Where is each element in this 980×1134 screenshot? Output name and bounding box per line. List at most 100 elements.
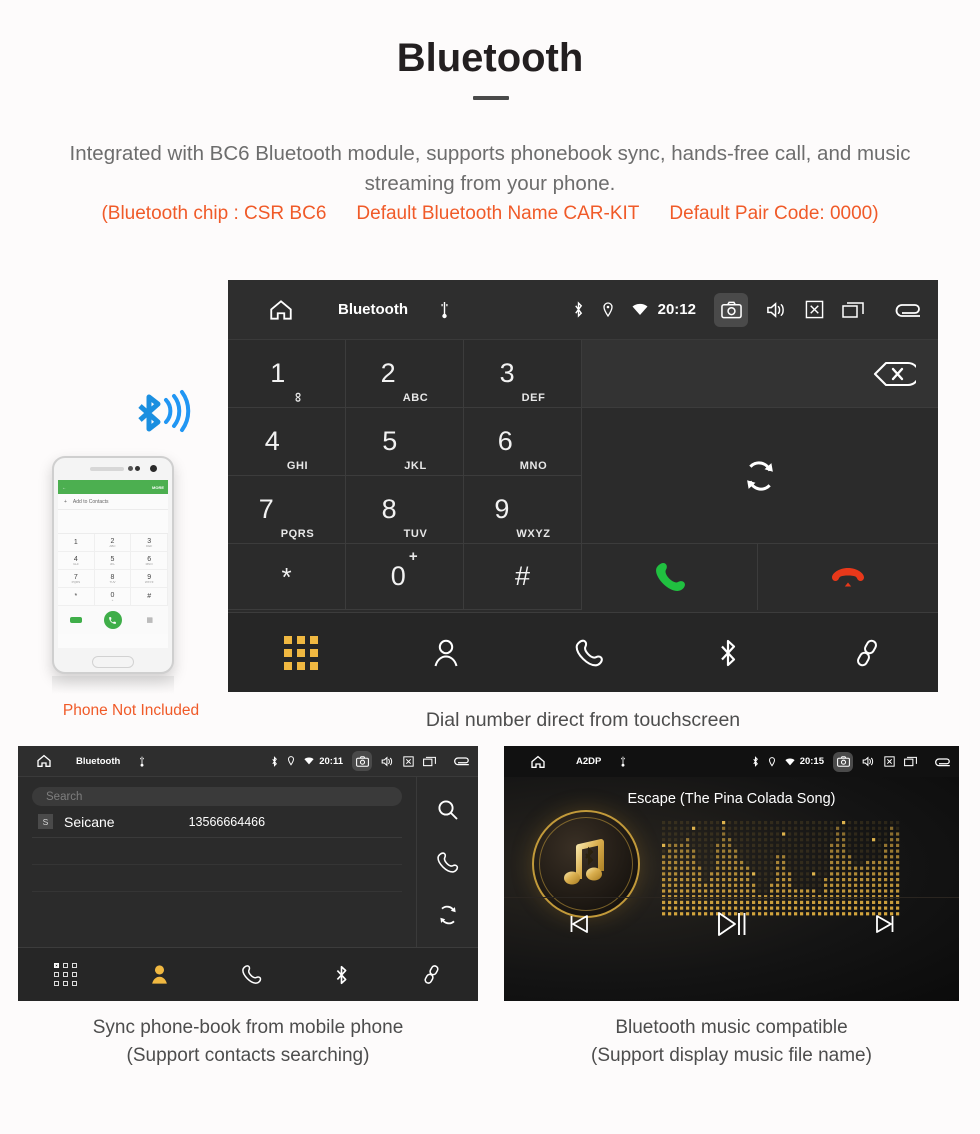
back-icon[interactable] xyxy=(452,755,470,767)
call-button[interactable] xyxy=(582,544,758,610)
play-pause-button[interactable] xyxy=(715,909,749,939)
search-icon[interactable] xyxy=(436,798,460,822)
sync-icon[interactable] xyxy=(436,903,460,927)
contacts-tab[interactable] xyxy=(431,637,461,669)
bluetooth-icon xyxy=(752,756,759,767)
phone-key: 9 WXYZ xyxy=(131,570,168,588)
key-6[interactable]: 6 MNO xyxy=(464,408,582,476)
close-icon[interactable] xyxy=(805,300,824,319)
pair-tab[interactable] xyxy=(421,964,442,985)
phone-number-area xyxy=(58,510,168,534)
bluetooth-signal-icon xyxy=(138,390,191,432)
bluetooth-tab[interactable] xyxy=(334,964,349,986)
phone-key-letters: PQRS xyxy=(71,579,81,584)
key-0[interactable]: 0 + xyxy=(346,544,464,610)
key-star[interactable]: * xyxy=(228,544,346,610)
phone-sim-icon xyxy=(70,617,83,623)
previous-button[interactable] xyxy=(566,911,592,937)
keypad-tab[interactable] xyxy=(284,635,319,670)
close-icon[interactable] xyxy=(884,756,895,767)
table-row[interactable]: S Seicane 13566664466 xyxy=(32,806,402,838)
mobile-phone-mockup: ← MORE + Add to Contacts 1 2 ABC 3 DEF 4 GHI 5 J… xyxy=(52,456,174,674)
home-icon[interactable] xyxy=(268,297,294,323)
close-icon[interactable] xyxy=(403,755,414,767)
call-icon xyxy=(655,563,685,591)
bluetooth-tab[interactable] xyxy=(717,637,739,669)
key-letters: GHI xyxy=(286,460,309,472)
search-input[interactable]: Search xyxy=(32,787,402,806)
key-letters: MNO xyxy=(519,460,548,472)
music-caption-line1: Bluetooth music compatible xyxy=(615,1017,848,1038)
home-icon[interactable] xyxy=(36,753,52,769)
key-hash[interactable]: # xyxy=(464,544,582,610)
wifi-icon xyxy=(304,757,314,765)
volume-icon[interactable] xyxy=(381,755,394,767)
contacts-tab[interactable] xyxy=(149,963,170,986)
camera-icon[interactable] xyxy=(714,292,748,327)
phone-earpiece xyxy=(90,467,124,471)
dialer-tab-bar xyxy=(228,612,938,692)
recents-icon[interactable] xyxy=(904,756,917,767)
phone-key: 0 + xyxy=(94,588,132,606)
phonebook-caption-line2: (Support contacts searching) xyxy=(126,1045,370,1066)
call-icon[interactable] xyxy=(436,851,459,874)
phone-call-button xyxy=(103,611,122,629)
camera-icon[interactable] xyxy=(833,751,853,772)
redial-area[interactable] xyxy=(582,408,938,544)
key-digit: 5 xyxy=(382,426,398,456)
hangup-icon xyxy=(832,568,864,587)
spec-chip: (Bluetooth chip : CSR BC6 xyxy=(101,203,327,224)
back-icon[interactable] xyxy=(933,756,951,768)
dialer-keypad: 1 ∞ 2 ABC 3 DEF 4 GHI 5 JKL 6 MNO 7 PQRS 8 TUV 9 WXYZ * 0 + # xyxy=(228,340,938,610)
phone-key: 3 DEF xyxy=(131,534,168,552)
key-5[interactable]: 5 JKL xyxy=(346,408,464,476)
phone-more-label: MORE xyxy=(152,484,164,490)
link-chain-icon xyxy=(424,965,439,984)
spec-paircode: Default Pair Code: 0000) xyxy=(669,203,879,224)
home-icon[interactable] xyxy=(530,754,546,770)
number-display-field[interactable] xyxy=(582,340,938,408)
phonebook-clock: 20:11 xyxy=(319,755,343,767)
key-1[interactable]: 1 ∞ xyxy=(228,340,346,408)
usb-icon xyxy=(619,756,627,767)
keypad-grid-icon xyxy=(53,963,77,986)
backspace-icon[interactable] xyxy=(872,359,916,389)
handset-icon xyxy=(575,639,603,666)
list-item[interactable] xyxy=(32,865,402,892)
key-letters: + xyxy=(408,548,419,565)
volume-icon[interactable] xyxy=(766,301,787,319)
key-digit: 6 xyxy=(497,426,513,456)
key-letters: TUV xyxy=(403,528,428,540)
key-8[interactable]: 8 TUV xyxy=(346,476,464,544)
key-digit: 3 xyxy=(499,358,515,388)
key-7[interactable]: 7 PQRS xyxy=(228,476,346,544)
next-button[interactable] xyxy=(872,911,898,937)
contact-initial: S xyxy=(38,814,53,829)
key-3[interactable]: 3 DEF xyxy=(464,340,582,408)
list-item[interactable] xyxy=(32,838,402,865)
hangup-button[interactable] xyxy=(758,544,938,610)
phone-key: 4 GHI xyxy=(58,552,95,570)
recents-icon[interactable] xyxy=(842,301,864,319)
recents-icon[interactable] xyxy=(423,756,436,767)
key-4[interactable]: 4 GHI xyxy=(228,408,346,476)
phone-not-included-note: Phone Not Included xyxy=(62,702,200,719)
phone-key-letters: DEF xyxy=(146,543,153,548)
sync-icon[interactable] xyxy=(741,457,779,495)
key-digit: 9 xyxy=(494,494,510,524)
volume-icon[interactable] xyxy=(862,756,875,767)
link-chain-icon xyxy=(856,639,877,666)
call-log-tab[interactable] xyxy=(574,638,604,668)
keypad-grid-icon xyxy=(284,635,319,670)
key-letters: ∞ xyxy=(291,392,308,403)
call-log-tab[interactable] xyxy=(241,964,262,985)
phone-appbar: ← MORE xyxy=(58,480,168,494)
camera-icon[interactable] xyxy=(352,751,372,771)
bluetooth-icon xyxy=(337,965,347,984)
phonebook-side-actions xyxy=(416,777,478,947)
back-icon[interactable] xyxy=(892,300,922,320)
key-2[interactable]: 2 ABC xyxy=(346,340,464,408)
key-9[interactable]: 9 WXYZ xyxy=(464,476,582,544)
pair-tab[interactable] xyxy=(852,638,882,668)
keypad-tab[interactable] xyxy=(53,963,77,986)
